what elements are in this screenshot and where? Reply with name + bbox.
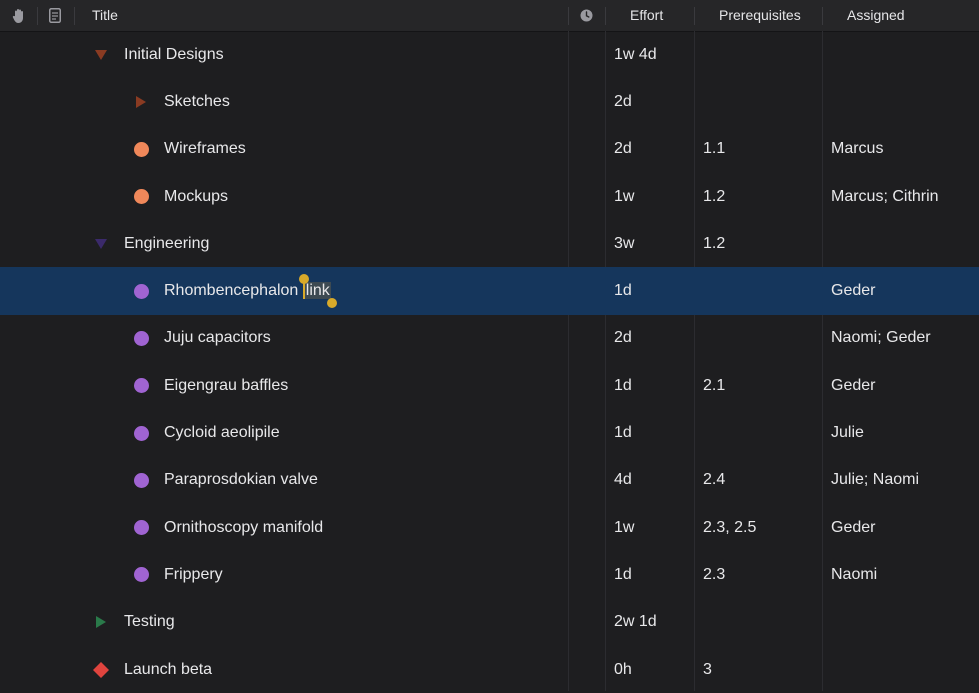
header-divider [822, 7, 823, 25]
row-title[interactable]: Wireframes [164, 126, 246, 173]
task-row[interactable]: Ornithoscopy manifold 1w 2.3, 2.5 Geder [0, 504, 979, 551]
row-title[interactable]: Testing [124, 599, 175, 646]
row-title-editor[interactable]: Rhombencephalon link [164, 267, 337, 314]
row-assigned[interactable]: Naomi [831, 551, 877, 598]
row-title[interactable]: Launch beta [124, 646, 212, 693]
row-prerequisites[interactable]: 1.2 [703, 173, 725, 220]
task-row[interactable]: Wireframes 2d 1.1 Marcus [0, 126, 979, 173]
selection-start-handle[interactable] [298, 274, 309, 285]
row-title[interactable]: Eigengrau baffles [164, 362, 288, 409]
row-assigned[interactable]: Naomi; Geder [831, 315, 931, 362]
row-effort[interactable]: 1d [614, 409, 632, 456]
header-divider [605, 7, 606, 25]
task-row[interactable]: Cycloid aeolipile 1d Julie [0, 409, 979, 456]
row-assigned[interactable]: Julie [831, 409, 864, 456]
task-row[interactable]: Paraprosdokian valve 4d 2.4 Julie; Naomi [0, 457, 979, 504]
outline-rows: Initial Designs 1w 4d Sketches 2d Wirefr… [0, 31, 979, 693]
row-effort[interactable]: 2d [614, 315, 632, 362]
row-prerequisites[interactable]: 3 [703, 646, 712, 693]
status-dot-icon[interactable] [132, 519, 150, 537]
row-effort[interactable]: 1d [614, 267, 632, 314]
status-dot-icon[interactable] [132, 471, 150, 489]
row-effort[interactable]: 0h [614, 646, 632, 693]
row-title[interactable]: Rhombencephalon [164, 282, 298, 300]
row-title[interactable]: Initial Designs [124, 31, 224, 78]
row-title[interactable]: Cycloid aeolipile [164, 409, 280, 456]
group-row[interactable]: Engineering 3w 1.2 [0, 220, 979, 267]
row-assigned[interactable]: Geder [831, 504, 875, 551]
task-row[interactable]: Frippery 1d 2.3 Naomi [0, 551, 979, 598]
expanded-triangle-icon[interactable] [92, 235, 110, 253]
row-prerequisites[interactable]: 1.1 [703, 126, 725, 173]
clock-icon[interactable] [580, 0, 594, 31]
row-effort[interactable]: 4d [614, 457, 632, 504]
task-row[interactable]: Mockups 1w 1.2 Marcus; Cithrin [0, 173, 979, 220]
milestone-diamond-icon[interactable] [92, 661, 110, 679]
row-assigned[interactable]: Marcus [831, 126, 883, 173]
row-prerequisites[interactable]: 1.2 [703, 220, 725, 267]
task-row-selected[interactable]: Rhombencephalon link 1d Geder [0, 267, 979, 315]
row-prerequisites[interactable]: 2.3, 2.5 [703, 504, 756, 551]
hand-icon[interactable] [12, 0, 28, 31]
status-dot-icon[interactable] [132, 282, 150, 300]
collapsed-triangle-icon[interactable] [92, 613, 110, 631]
group-row[interactable]: Initial Designs 1w 4d [0, 31, 979, 78]
row-effort[interactable]: 1w 4d [614, 31, 657, 78]
row-title[interactable]: Engineering [124, 220, 209, 267]
row-effort[interactable]: 2w 1d [614, 599, 657, 646]
status-dot-icon[interactable] [132, 424, 150, 442]
expanded-triangle-icon[interactable] [92, 46, 110, 64]
row-effort[interactable]: 2d [614, 78, 632, 125]
row-effort[interactable]: 1d [614, 362, 632, 409]
row-effort[interactable]: 1w [614, 504, 634, 551]
status-dot-icon[interactable] [132, 377, 150, 395]
group-row[interactable]: Testing 2w 1d [0, 599, 979, 646]
selected-text[interactable]: link [302, 282, 331, 300]
row-prerequisites[interactable]: 2.4 [703, 457, 725, 504]
header-divider [74, 7, 75, 25]
header-divider [37, 7, 38, 25]
task-row[interactable]: Eigengrau baffles 1d 2.1 Geder [0, 362, 979, 409]
row-assigned[interactable]: Geder [831, 362, 875, 409]
row-title[interactable]: Frippery [164, 551, 223, 598]
header-divider [694, 7, 695, 25]
assigned-column-header[interactable]: Assigned [847, 0, 905, 31]
row-title[interactable]: Sketches [164, 78, 230, 125]
collapsed-triangle-icon[interactable] [132, 93, 150, 111]
row-prerequisites[interactable]: 2.3 [703, 551, 725, 598]
status-dot-icon[interactable] [132, 329, 150, 347]
row-effort[interactable]: 1d [614, 551, 632, 598]
status-dot-icon[interactable] [132, 566, 150, 584]
row-effort[interactable]: 3w [614, 220, 634, 267]
status-dot-icon[interactable] [132, 188, 150, 206]
milestone-row[interactable]: Launch beta 0h 3 [0, 646, 979, 693]
column-header: Title Effort Prerequisites Assigned [0, 0, 979, 32]
text-selection[interactable]: link [298, 274, 337, 309]
row-title[interactable]: Ornithoscopy manifold [164, 504, 323, 551]
header-divider [568, 7, 569, 25]
row-effort[interactable]: 1w [614, 173, 634, 220]
title-column-header[interactable]: Title [92, 0, 118, 31]
row-title[interactable]: Paraprosdokian valve [164, 457, 318, 504]
row-title[interactable]: Mockups [164, 173, 228, 220]
effort-column-header[interactable]: Effort [630, 0, 663, 31]
task-row[interactable]: Juju capacitors 2d Naomi; Geder [0, 315, 979, 362]
note-icon[interactable] [49, 0, 65, 31]
status-dot-icon[interactable] [132, 140, 150, 158]
group-row[interactable]: Sketches 2d [0, 78, 979, 125]
row-assigned[interactable]: Julie; Naomi [831, 457, 919, 504]
row-assigned[interactable]: Geder [831, 267, 875, 314]
row-assigned[interactable]: Marcus; Cithrin [831, 173, 939, 220]
selection-end-handle[interactable] [326, 298, 337, 309]
row-title[interactable]: Juju capacitors [164, 315, 271, 362]
row-prerequisites[interactable]: 2.1 [703, 362, 725, 409]
row-effort[interactable]: 2d [614, 126, 632, 173]
prerequisites-column-header[interactable]: Prerequisites [719, 0, 801, 31]
